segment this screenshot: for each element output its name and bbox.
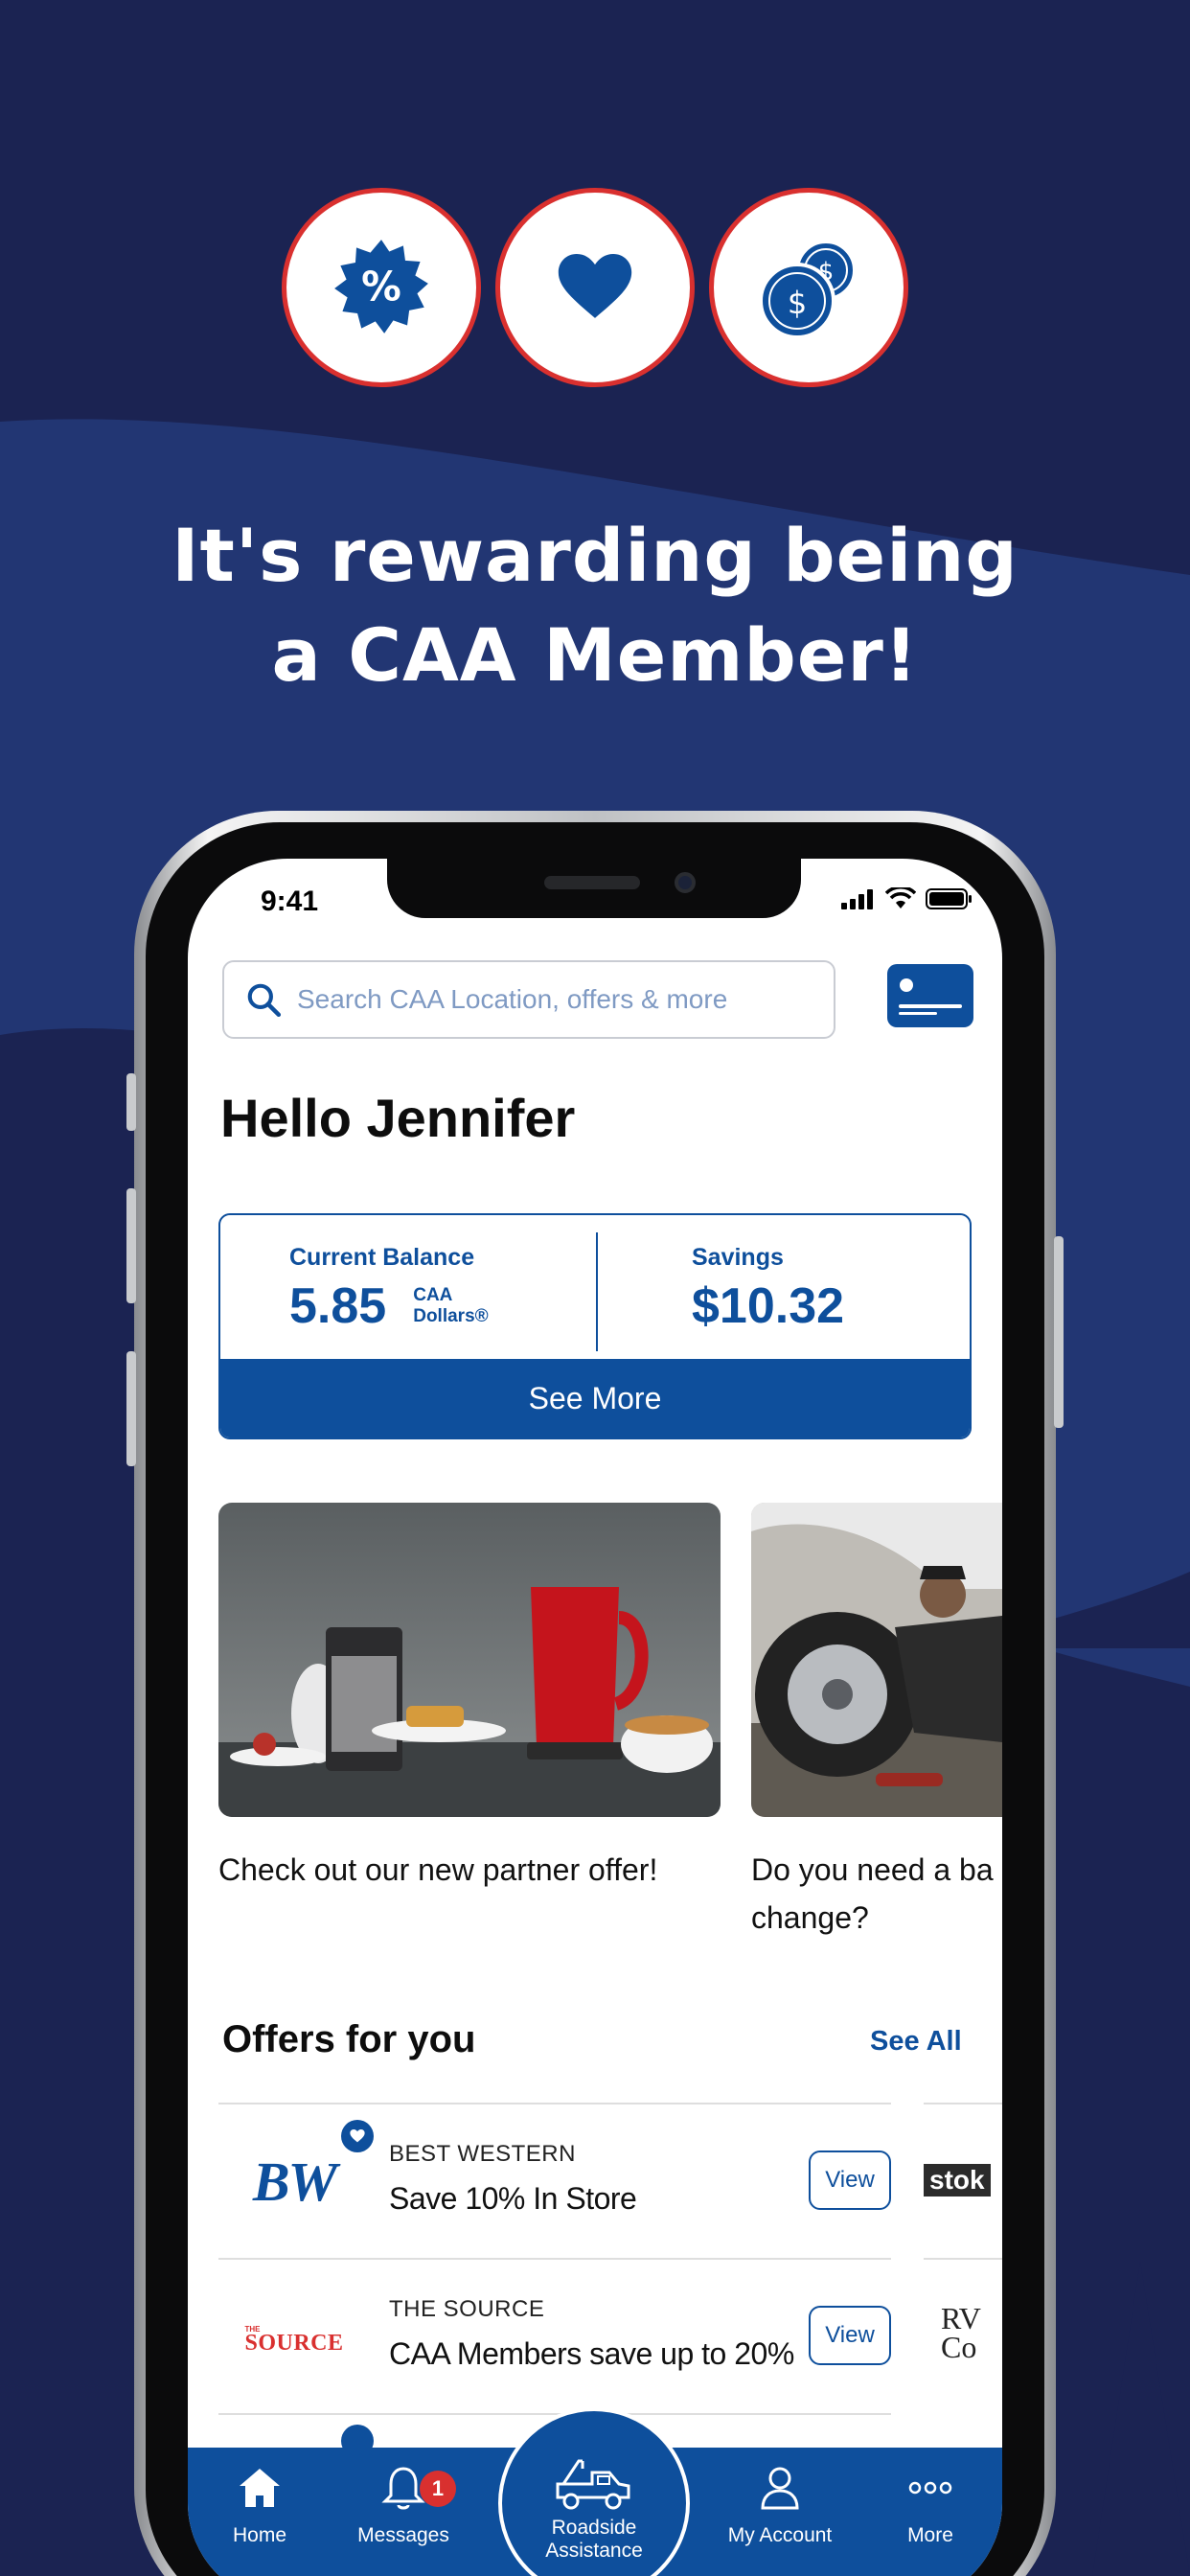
user-icon bbox=[761, 2467, 799, 2510]
tab-more-label: More bbox=[907, 2524, 953, 2546]
phone-speaker bbox=[544, 876, 640, 889]
tab-home[interactable]: Home bbox=[188, 2459, 332, 2547]
membership-card-icon bbox=[899, 978, 962, 1015]
see-more-button[interactable]: See More bbox=[220, 1359, 970, 1438]
current-balance-label: Current Balance bbox=[289, 1244, 475, 1271]
offers-title: Offers for you bbox=[222, 2018, 476, 2060]
coins-badge: $ $ bbox=[709, 188, 908, 387]
status-icons bbox=[841, 887, 973, 910]
marketing-headline: It's rewarding being a CAA Member! bbox=[0, 506, 1190, 705]
current-balance: Current Balance 5.85 CAA Dollars® bbox=[289, 1244, 489, 1333]
the-source-logo: THE SOURCE bbox=[218, 2260, 370, 2413]
app-screen: 9:41 Search CAA Location, offers & more bbox=[188, 859, 1002, 2576]
offer-peek-stok[interactable]: stok bbox=[924, 2103, 1002, 2258]
messages-count-badge: 1 bbox=[420, 2471, 456, 2507]
tab-my-account-label: My Account bbox=[727, 2524, 833, 2546]
offer-row-the-source[interactable]: THE SOURCE THE SOURCE CAA Members save u… bbox=[218, 2258, 891, 2413]
tab-more[interactable]: More bbox=[858, 2459, 1002, 2547]
favorite-badge[interactable] bbox=[341, 2120, 374, 2152]
caa-dollars-unit: CAA Dollars® bbox=[413, 1285, 488, 1327]
tow-truck-icon bbox=[556, 2459, 630, 2510]
wifi-icon bbox=[885, 887, 916, 908]
roadside-label-line-1: Roadside bbox=[551, 2517, 637, 2539]
phone-volume-up bbox=[126, 1188, 136, 1303]
promo-card-1[interactable]: Check out our new partner offer! bbox=[218, 1503, 721, 1894]
headline-line-1: It's rewarding being bbox=[172, 513, 1018, 598]
phone-power-button bbox=[1054, 1236, 1064, 1428]
phone-volume-down bbox=[126, 1351, 136, 1466]
offer-row-best-western[interactable]: BW BEST WESTERN Save 10% In Store View bbox=[218, 2103, 891, 2258]
balance-card: Current Balance 5.85 CAA Dollars® Saving… bbox=[218, 1213, 972, 1439]
search-input[interactable]: Search CAA Location, offers & more bbox=[222, 960, 835, 1039]
promo-image-tire-change bbox=[751, 1503, 1002, 1817]
promo-image-coffee bbox=[218, 1503, 721, 1817]
phone-camera bbox=[675, 872, 696, 893]
stok-logo: stok bbox=[924, 2164, 991, 2196]
current-balance-value: 5.85 bbox=[289, 1278, 387, 1334]
promo-text-1: Check out our new partner offer! bbox=[218, 1852, 658, 1887]
discount-badge: % bbox=[282, 188, 481, 387]
phone-mute-switch bbox=[126, 1073, 136, 1131]
feature-badges: % $ $ bbox=[282, 188, 908, 387]
promo-text-2-line-2: change? bbox=[751, 1900, 869, 1935]
the-source-logo-main: SOURCE bbox=[244, 2331, 344, 2356]
unit-line-1: CAA bbox=[413, 1285, 453, 1305]
greeting: Hello Jennifer bbox=[220, 1088, 576, 1148]
best-western-logo-text: BW bbox=[252, 2150, 337, 2213]
tab-messages-label: Messages bbox=[357, 2524, 449, 2546]
promo-text-2-line-1: Do you need a ba bbox=[751, 1852, 994, 1887]
battery-icon bbox=[926, 888, 972, 909]
rv-logo: RV Co bbox=[941, 2301, 981, 2364]
view-offer-button[interactable]: View bbox=[809, 2150, 891, 2210]
headline-line-2: a CAA Member! bbox=[271, 612, 919, 698]
unit-line-2: Dollars® bbox=[413, 1306, 489, 1326]
view-offer-button[interactable]: View bbox=[809, 2306, 891, 2365]
savings-label: Savings bbox=[692, 1244, 784, 1271]
svg-text:$: $ bbox=[788, 285, 807, 321]
offer-description: Save 10% In Store bbox=[389, 2181, 637, 2216]
roadside-label-line-2: Assistance bbox=[545, 2540, 643, 2562]
search-icon bbox=[247, 983, 282, 1018]
tab-messages[interactable]: Messages 1 bbox=[332, 2459, 475, 2547]
promo-text-2: Do you need a ba change? bbox=[751, 1846, 1002, 1942]
offer-brand: BEST WESTERN bbox=[389, 2141, 576, 2167]
savings: Savings $10.32 bbox=[692, 1244, 844, 1333]
tab-my-account[interactable]: My Account bbox=[703, 2459, 857, 2547]
savings-value: $10.32 bbox=[692, 1278, 845, 1334]
discount-badge-icon: % bbox=[334, 240, 428, 334]
home-icon bbox=[240, 2469, 280, 2507]
roadside-assistance-button[interactable]: Roadside Assistance bbox=[498, 2407, 690, 2576]
heart-icon bbox=[350, 2129, 365, 2143]
membership-card-button[interactable] bbox=[887, 964, 973, 1027]
search-placeholder: Search CAA Location, offers & more bbox=[297, 984, 728, 1014]
offer-description: CAA Members save up to 20% bbox=[389, 2336, 794, 2371]
tab-home-label: Home bbox=[232, 2524, 287, 2546]
offer-peek-rv[interactable]: RV Co bbox=[924, 2258, 1002, 2413]
heart-icon bbox=[558, 254, 632, 318]
offer-brand: THE SOURCE bbox=[389, 2296, 545, 2322]
coins-icon: $ $ bbox=[759, 240, 857, 339]
promo-card-2[interactable]: Do you need a ba change? bbox=[751, 1503, 1002, 1942]
see-all-link[interactable]: See All bbox=[870, 2026, 962, 2058]
balance-divider bbox=[596, 1232, 598, 1351]
signal-icon bbox=[841, 889, 873, 909]
svg-text:%: % bbox=[361, 264, 401, 310]
phone-notch bbox=[387, 859, 801, 918]
more-icon bbox=[908, 2481, 952, 2495]
heart-badge bbox=[495, 188, 695, 387]
status-time: 9:41 bbox=[261, 886, 319, 917]
